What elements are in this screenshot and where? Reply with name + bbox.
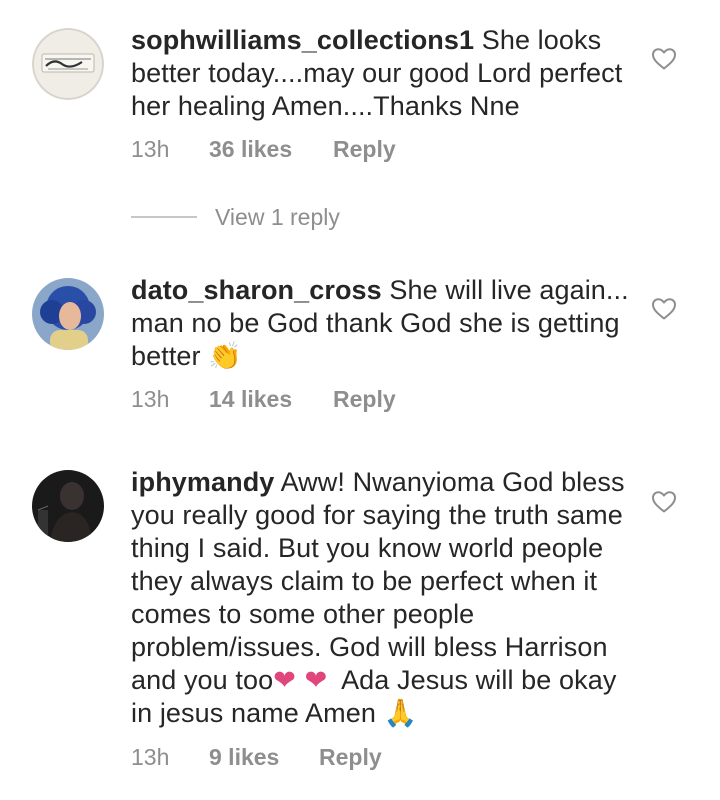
view-replies-label[interactable]: View 1 reply	[215, 202, 340, 232]
comment-text: sophwilliams_collections1 She looks bett…	[131, 24, 641, 123]
like-button[interactable]	[651, 297, 677, 321]
comment-meta: 13h 14 likes Reply	[131, 384, 396, 414]
comment-item: dato_sharon_cross She will live again...…	[0, 250, 720, 430]
collections-logo-icon	[32, 28, 104, 100]
comment-username[interactable]: iphymandy	[131, 467, 274, 497]
comment-username[interactable]: sophwilliams_collections1	[131, 25, 474, 55]
heart-outline-icon	[652, 48, 676, 70]
comment-item: iphymandy Aww! Nwanyioma God bless you r…	[0, 440, 720, 800]
comment-time: 13h	[131, 386, 170, 412]
comment-time: 13h	[131, 744, 170, 770]
heart-outline-icon	[652, 491, 676, 513]
divider-line	[131, 216, 197, 218]
likes-count[interactable]: 36 likes	[209, 134, 333, 164]
reply-button[interactable]: Reply	[333, 134, 396, 164]
comment-body: Aww! Nwanyioma God bless you really good…	[131, 467, 625, 695]
reply-button[interactable]: Reply	[319, 742, 382, 772]
comment-time: 13h	[131, 136, 170, 162]
avatar[interactable]	[32, 470, 104, 542]
avatar[interactable]	[32, 28, 104, 100]
profile-photo-icon	[32, 278, 104, 350]
clapping-hands-emoji: 👏	[208, 341, 242, 372]
profile-photo-icon	[32, 470, 104, 542]
comment-username[interactable]: dato_sharon_cross	[131, 275, 382, 305]
heart-emoji: ❤ ❤	[273, 665, 328, 696]
comment-item: sophwilliams_collections1 She looks bett…	[0, 0, 720, 190]
comment-text: iphymandy Aww! Nwanyioma God bless you r…	[131, 466, 641, 730]
comment-meta: 13h 36 likes Reply	[131, 134, 396, 164]
comment-meta: 13h 9 likes Reply	[131, 742, 382, 772]
avatar[interactable]	[32, 278, 104, 350]
like-button[interactable]	[651, 47, 677, 71]
likes-count[interactable]: 9 likes	[209, 742, 319, 772]
reply-button[interactable]: Reply	[333, 384, 396, 414]
like-button[interactable]	[651, 490, 677, 514]
likes-count[interactable]: 14 likes	[209, 384, 333, 414]
heart-outline-icon	[652, 298, 676, 320]
comment-text: dato_sharon_cross She will live again...…	[131, 274, 641, 373]
folded-hands-emoji: 🙏	[383, 698, 418, 729]
